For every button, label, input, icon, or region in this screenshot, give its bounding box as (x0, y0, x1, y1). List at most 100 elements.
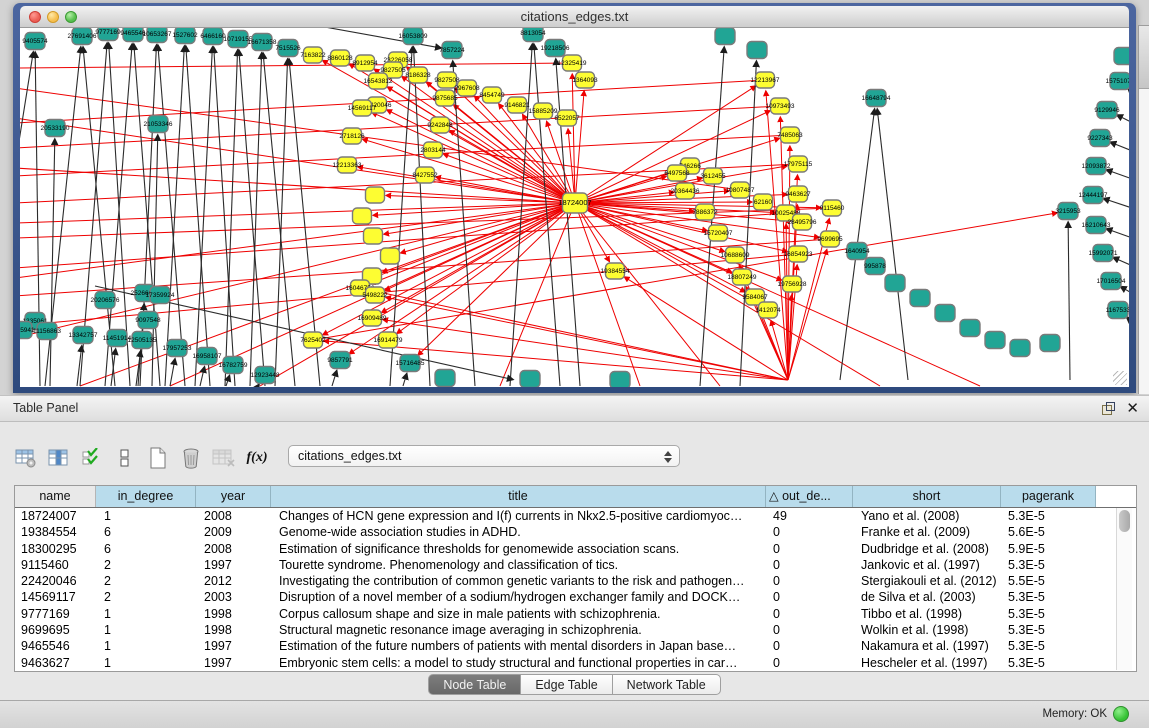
graph-node[interactable] (353, 208, 372, 224)
citation-edge-red[interactable] (20, 213, 786, 268)
citation-edge-black[interactable] (556, 59, 580, 386)
cell-year: 1998 (196, 606, 271, 622)
citation-edge-black[interactable] (1110, 142, 1129, 152)
tab-edge-table[interactable]: Edge Table (521, 674, 612, 695)
cell-short: Stergiakouli et al. (2012) (853, 573, 1001, 589)
network-window-titlebar[interactable]: citations_edges.txt (20, 6, 1129, 28)
citation-edge-black[interactable] (1106, 229, 1129, 239)
graph-node[interactable] (520, 371, 540, 388)
table-row[interactable]: 946362711997Embryonic stem cells: a mode… (15, 655, 1136, 671)
citation-edge-red[interactable] (575, 91, 584, 203)
delete-table-icon[interactable] (179, 446, 203, 470)
new-table-icon[interactable] (146, 446, 170, 470)
table-body: 1872400712008Changes of HCN gene express… (15, 508, 1136, 671)
column-header-year[interactable]: year (196, 486, 271, 507)
column-header-short[interactable]: short (853, 486, 1001, 507)
graph-node[interactable] (960, 320, 980, 337)
citation-edge-black[interactable] (1113, 257, 1129, 267)
graph-node-label: 18807249 (728, 274, 757, 281)
float-panel-icon[interactable] (1102, 402, 1115, 415)
citation-edge-black[interactable] (258, 384, 259, 386)
citation-edge-red[interactable] (386, 195, 575, 203)
citation-edge-black[interactable] (1126, 317, 1129, 324)
network-canvas[interactable]: 1872400794055742769140697771699465546106… (20, 28, 1129, 387)
show-columns-icon[interactable] (47, 446, 71, 470)
citation-edge-black[interactable] (263, 53, 295, 386)
citation-edge-red[interactable] (20, 168, 575, 203)
citation-edge-black[interactable] (1128, 89, 1129, 95)
citation-edge-black[interactable] (453, 61, 475, 386)
graph-node[interactable] (985, 332, 1005, 349)
graph-node[interactable] (610, 372, 630, 388)
column-header-out_degree[interactable]: △ out_de... (766, 486, 853, 507)
graph-node-label: 12923448 (251, 372, 280, 379)
citation-edge-black[interactable] (1106, 170, 1129, 180)
column-header-title[interactable]: title (271, 486, 766, 507)
column-header-pagerank[interactable]: pagerank (1001, 486, 1096, 507)
column-header-in_degree[interactable]: in_degree (96, 486, 196, 507)
graph-node-label: 12213967 (751, 77, 780, 84)
cell-in_degree: 2 (96, 557, 196, 573)
citation-edge-black[interactable] (170, 359, 175, 386)
row-height-icon[interactable] (113, 446, 137, 470)
table-row[interactable]: 946554611997Estimation of the future num… (15, 638, 1136, 654)
cell-out_degree: 0 (766, 541, 853, 557)
table-settings-icon[interactable] (14, 446, 38, 470)
vertical-scrollbar[interactable] (1116, 508, 1132, 670)
citation-edge-black[interactable] (1121, 287, 1129, 295)
scrollbar-thumb[interactable] (1119, 510, 1130, 532)
table-row[interactable]: 977716911998Corpus callosum shape and si… (15, 606, 1136, 622)
graph-node[interactable] (364, 228, 383, 244)
cell-in_degree: 1 (96, 606, 196, 622)
table-row[interactable]: 969969511998Structural magnetic resonanc… (15, 622, 1136, 638)
citation-edge-red[interactable] (20, 63, 572, 68)
graph-node[interactable] (381, 248, 400, 264)
citation-edge-black[interactable] (226, 375, 230, 386)
close-panel-icon[interactable]: ✕ (1126, 399, 1139, 417)
graph-node[interactable] (1010, 340, 1030, 357)
citation-edge-black[interactable] (1068, 222, 1070, 380)
citation-edge-black[interactable] (877, 109, 908, 380)
tab-node-table[interactable]: Node Table (428, 674, 521, 695)
citation-edge-black[interactable] (332, 371, 337, 386)
table-selector-dropdown[interactable]: citations_edges.txt (288, 445, 680, 467)
table-row[interactable]: 1938455462009Genome-wide association stu… (15, 524, 1136, 540)
graph-node[interactable] (910, 290, 930, 307)
citation-edge-black[interactable] (740, 61, 756, 386)
citation-edge-red[interactable] (575, 191, 729, 203)
graph-node[interactable] (747, 42, 767, 59)
table-row[interactable]: 1830029562008Estimation of significance … (15, 541, 1136, 557)
citation-edge-red[interactable] (575, 203, 745, 292)
graph-node[interactable] (715, 28, 735, 45)
citation-edge-black[interactable] (403, 374, 407, 386)
resize-grip-icon[interactable] (1113, 371, 1127, 385)
citation-edge-black[interactable] (158, 45, 185, 386)
graph-node[interactable] (435, 370, 455, 387)
function-builder-icon[interactable]: f(x) (245, 446, 269, 470)
table-row[interactable]: 1456911722003Disruption of a novel membe… (15, 589, 1136, 605)
table-row[interactable]: 2242004622012Investigating the contribut… (15, 573, 1136, 589)
graph-node[interactable] (935, 305, 955, 322)
citation-edge-red[interactable] (20, 118, 575, 203)
citation-edge-black[interactable] (534, 44, 560, 386)
citation-edge-red[interactable] (386, 297, 788, 380)
column-header-name[interactable]: name (15, 486, 96, 507)
citation-network-graph[interactable]: 1872400794055742769140697771699465546106… (20, 28, 1129, 387)
table-row[interactable]: 1872400712008Changes of HCN gene express… (15, 508, 1136, 524)
citation-edge-black[interactable] (414, 47, 430, 386)
select-columns-icon[interactable] (80, 446, 104, 470)
citation-edge-red[interactable] (371, 290, 788, 380)
graph-node[interactable] (366, 187, 385, 203)
citation-edge-black[interactable] (1103, 198, 1129, 209)
graph-node[interactable] (1040, 335, 1060, 352)
citation-edge-black[interactable] (1117, 115, 1129, 124)
table-row[interactable]: 911546021997Tourette syndrome. Phenomeno… (15, 557, 1136, 573)
citation-edge-black[interactable] (200, 367, 205, 386)
citation-edge-red[interactable] (575, 203, 640, 386)
graph-node[interactable] (885, 275, 905, 292)
tab-network-table[interactable]: Network Table (613, 674, 721, 695)
graph-node[interactable] (1114, 48, 1129, 65)
citation-edge-black[interactable] (50, 139, 55, 386)
cell-in_degree: 2 (96, 589, 196, 605)
citation-edge-red[interactable] (20, 80, 765, 123)
